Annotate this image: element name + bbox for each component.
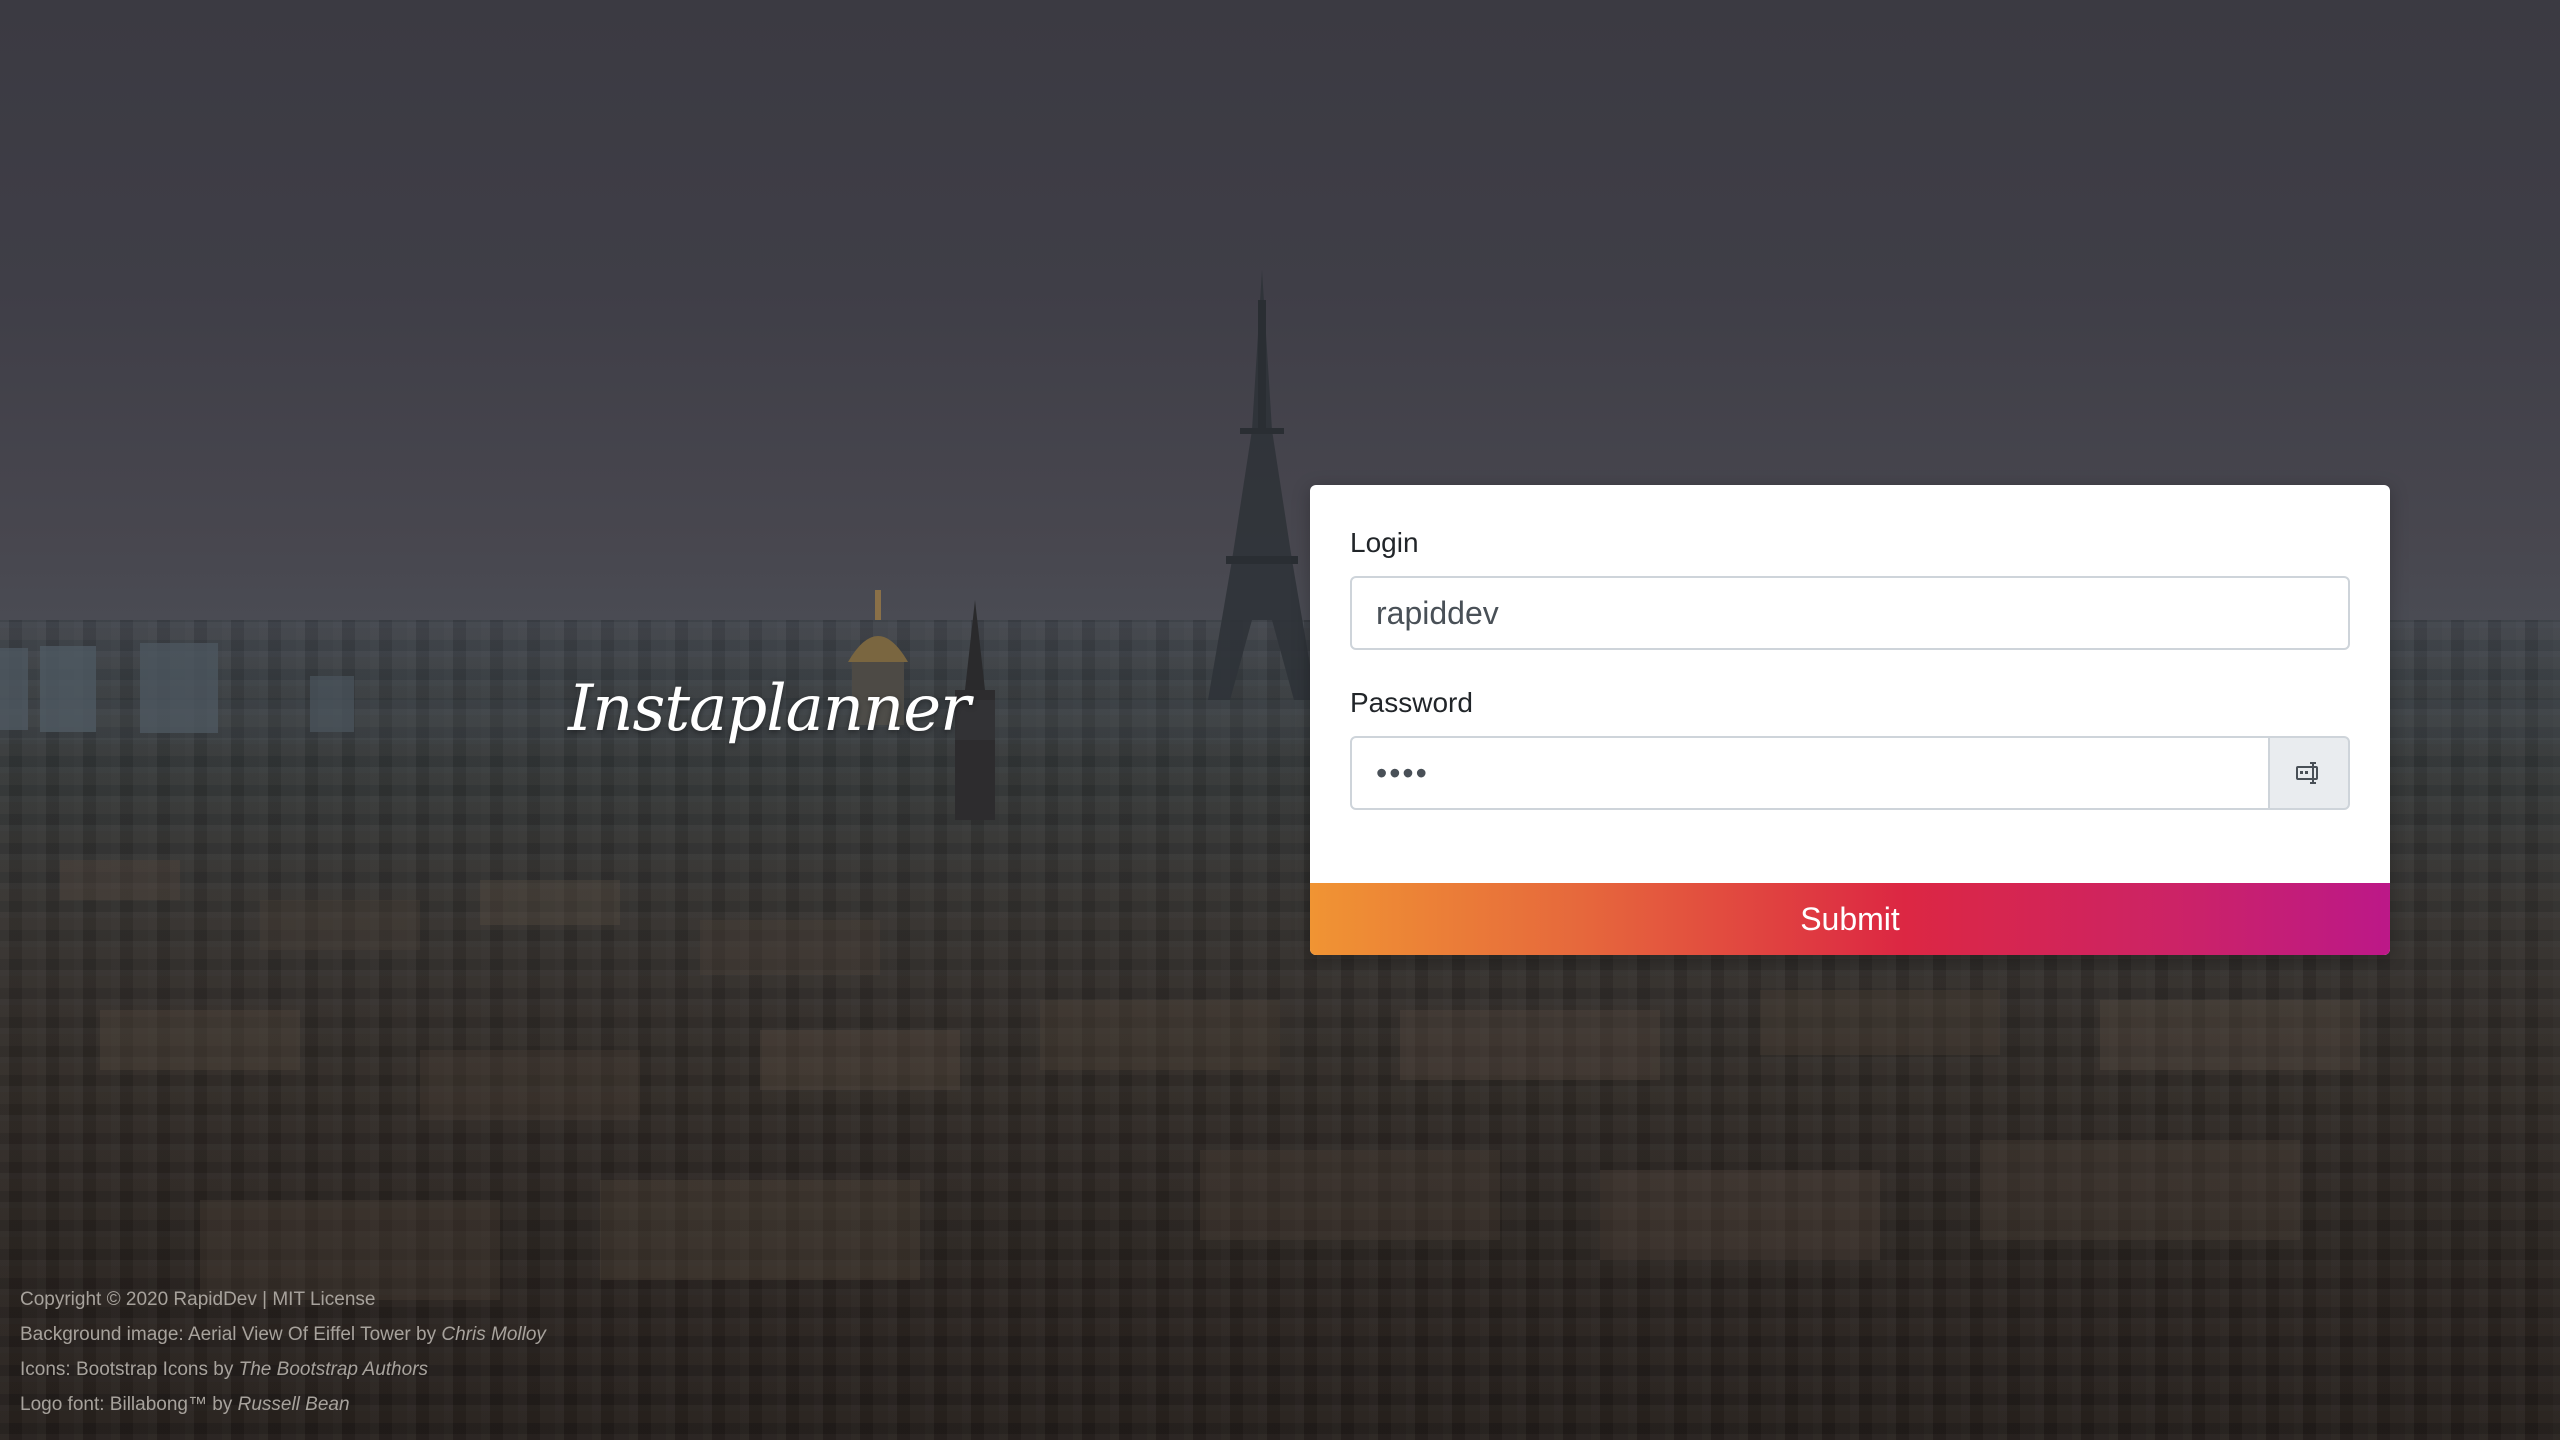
login-input[interactable]: rapiddev (1350, 576, 2350, 650)
login-card: Login rapiddev Password •••• Submit (1310, 485, 2390, 955)
background-credit-author: Chris Molloy (441, 1324, 546, 1345)
password-input[interactable]: •••• (1350, 736, 2270, 810)
footer-icons-credit: Icons: Bootstrap Icons by The Bootstrap … (20, 1352, 546, 1387)
app-logo: Instaplanner (568, 672, 971, 746)
font-credit-text: Logo font: Billabong™ by (20, 1394, 238, 1415)
background-credit-text: Background image: Aerial View Of Eiffel … (20, 1324, 442, 1345)
keyboard-input-icon (2296, 762, 2318, 784)
password-toggle-button[interactable] (2268, 736, 2350, 810)
password-field-label: Password (1350, 687, 1473, 718)
login-input-value: rapiddev (1376, 594, 1499, 631)
footer-credits: Copyright © 2020 RapidDev | MIT License … (20, 1282, 546, 1422)
icons-credit-text: Icons: Bootstrap Icons by (20, 1359, 239, 1380)
footer-copyright: Copyright © 2020 RapidDev | MIT License (20, 1289, 376, 1310)
login-field-label: Login (1350, 527, 1419, 558)
font-credit-author: Russell Bean (237, 1394, 350, 1415)
password-input-value: •••• (1376, 754, 1429, 791)
footer-font-credit: Logo font: Billabong™ by Russell Bean (20, 1387, 546, 1422)
submit-button[interactable]: Submit (1310, 883, 2390, 955)
footer-background-credit: Background image: Aerial View Of Eiffel … (20, 1317, 546, 1352)
login-page: Instaplanner Login rapiddev Password •••… (0, 0, 2560, 1440)
icons-credit-author: The Bootstrap Authors (238, 1359, 429, 1380)
